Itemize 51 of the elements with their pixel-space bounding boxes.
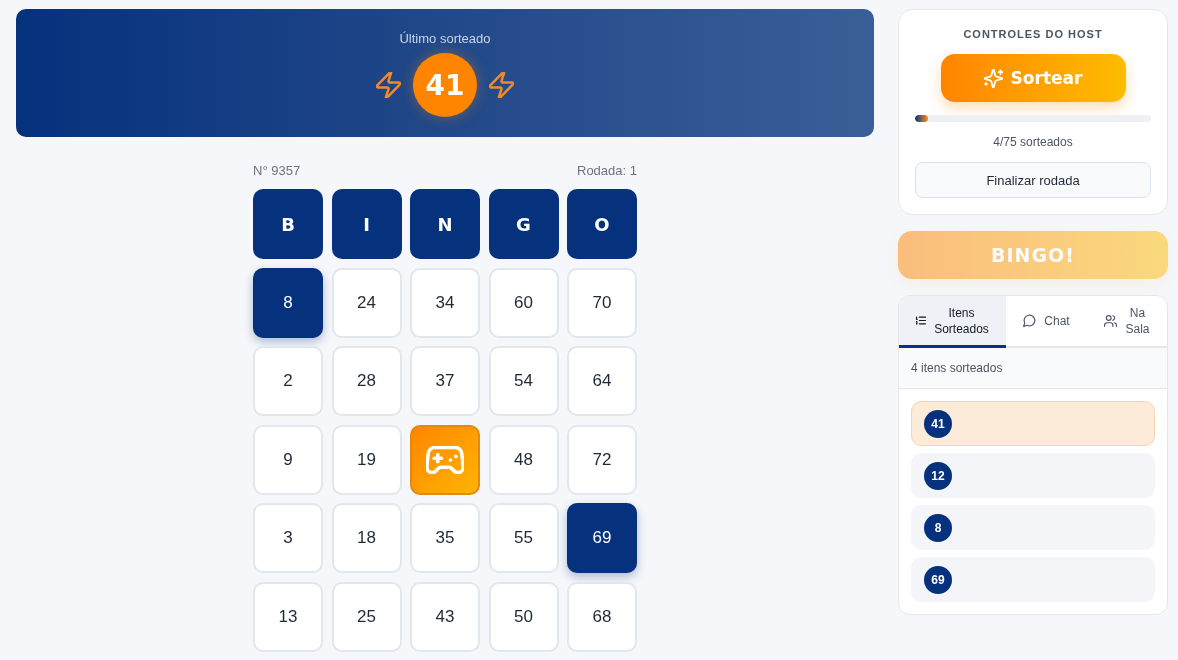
number-cell[interactable]: 34 <box>410 267 480 338</box>
list-icon <box>916 316 927 325</box>
lightning-icon <box>489 72 514 98</box>
tab[interactable]: Na Sala <box>1087 296 1167 348</box>
chat-bubble-icon <box>1023 314 1037 327</box>
number-cell[interactable]: 54 <box>488 346 559 416</box>
number-cell[interactable]: 2 <box>253 346 323 416</box>
number-cell[interactable]: 55 <box>488 503 559 573</box>
number-cell[interactable]: 24 <box>331 267 402 338</box>
gamepad-icon <box>426 445 464 474</box>
column-header: G <box>488 189 559 259</box>
number-cell[interactable]: 64 <box>567 346 637 416</box>
number-cell[interactable]: 13 <box>253 581 323 652</box>
tab[interactable]: Itens Sorteados <box>899 296 1006 348</box>
number-cell[interactable]: 43 <box>410 581 480 652</box>
number-cell[interactable]: 72 <box>567 424 637 495</box>
number-cell[interactable]: 68 <box>567 581 637 652</box>
number-cell[interactable]: 25 <box>331 581 402 652</box>
column-header: O <box>567 189 637 259</box>
tab[interactable]: Chat <box>1006 296 1087 348</box>
number-cell[interactable]: 50 <box>488 581 559 652</box>
number-cell[interactable]: 3 <box>253 503 323 573</box>
lightning-icon <box>376 72 401 98</box>
drawn-number-ball: 41 <box>413 53 477 117</box>
number-cell[interactable]: 60 <box>488 267 559 338</box>
finish-round-button[interactable]: Finalizar rodada <box>915 162 1151 198</box>
number-cell[interactable]: 35 <box>410 503 480 573</box>
column-header: B <box>253 189 323 259</box>
number-cell[interactable]: 48 <box>488 424 559 495</box>
people-icon <box>1104 314 1118 327</box>
column-header: I <box>331 189 402 259</box>
number-cell[interactable]: 8 <box>253 267 323 338</box>
number-cell[interactable]: 18 <box>331 503 402 573</box>
number-cell[interactable]: 9 <box>253 424 323 495</box>
number-badge: 8 <box>924 513 952 542</box>
column-header: N <box>410 189 480 259</box>
number-cell[interactable]: 37 <box>410 346 480 416</box>
round-label: Rodada: 1 <box>577 163 637 179</box>
number-badge: 12 <box>924 461 952 490</box>
number-cell[interactable]: 70 <box>567 267 637 338</box>
sparkle-icon <box>983 68 1003 88</box>
progress-label: 4/75 sorteados <box>993 135 1073 149</box>
host-controls-title: CONTROLES DO HOST <box>963 27 1103 41</box>
number-cell[interactable]: 19 <box>331 424 402 495</box>
number-cell[interactable]: 69 <box>567 503 637 573</box>
number-badge: 41 <box>924 409 952 438</box>
count-label: 4 itens sorteados <box>911 361 1003 375</box>
card-number: N° 9357 <box>253 163 301 179</box>
banner-label: Último sorteado <box>399 31 491 47</box>
number-cell[interactable]: 28 <box>331 346 402 416</box>
number-badge: 69 <box>924 565 952 594</box>
